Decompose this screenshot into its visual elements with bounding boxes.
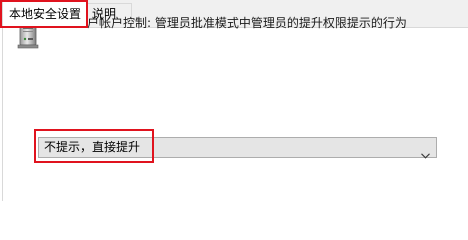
local-security-setting-dialog: 本地安全设置 说明 用户帐户控制: 管理员批准模式中管理员的提升权限提示的行为	[0, 0, 468, 201]
chevron-down-icon	[421, 144, 430, 159]
panel-left-border	[2, 27, 3, 201]
tab-page-panel	[0, 27, 468, 201]
tab-local-security-setting[interactable]: 本地安全设置	[2, 1, 87, 28]
policy-title: 用户帐户控制: 管理员批准模式中管理员的提升权限提示的行为	[75, 16, 407, 30]
setting-dropdown[interactable]: 不提示，直接提升	[38, 137, 437, 159]
setting-dropdown-value: 不提示，直接提升	[44, 140, 141, 154]
